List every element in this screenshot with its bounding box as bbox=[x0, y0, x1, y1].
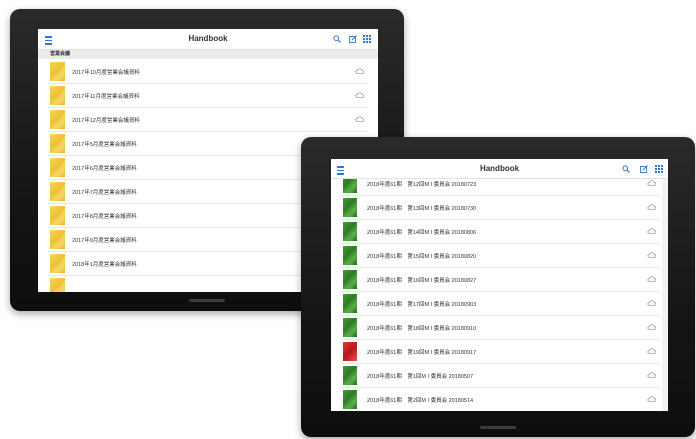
list-item[interactable]: 2018年度61期 第13回M I 委員会 20180730 bbox=[341, 196, 660, 220]
app-bar: Handbook bbox=[38, 29, 378, 50]
document-thumbnail bbox=[50, 62, 65, 81]
document-thumbnail bbox=[343, 390, 357, 409]
cloud-icon[interactable] bbox=[647, 228, 656, 234]
document-thumbnail bbox=[343, 246, 357, 265]
document-thumbnail bbox=[343, 222, 357, 241]
cloud-icon[interactable] bbox=[355, 92, 364, 98]
document-title: 2018年度61期 第13回M I 委員会 20180730 bbox=[367, 206, 477, 212]
cloud-icon[interactable] bbox=[647, 252, 656, 258]
section-header: 営業会議 bbox=[38, 50, 378, 59]
document-thumbnail bbox=[343, 342, 357, 361]
search-icon[interactable] bbox=[333, 35, 341, 43]
document-thumbnail bbox=[50, 278, 65, 292]
cloud-icon[interactable] bbox=[647, 396, 656, 402]
app-bar-overlay: Handbook bbox=[331, 159, 668, 179]
cloud-icon[interactable] bbox=[647, 204, 656, 210]
document-thumbnail bbox=[50, 230, 65, 249]
list-item[interactable]: 2018年度61期 第15回M I 委員会 20180820 bbox=[341, 244, 660, 268]
document-title: 2017年5月度営業会議資料 bbox=[72, 142, 137, 148]
document-title: 2018年度61期 第15回M I 委員会 20180820 bbox=[367, 254, 477, 260]
document-title: 2018年度61期 第16回M I 委員会 20180827 bbox=[367, 278, 477, 284]
document-thumbnail bbox=[50, 182, 65, 201]
document-title: 2018年1月度営業会議資料 bbox=[72, 262, 137, 268]
tablet-front: Handbook 2018年度61期 第12回M I 委員会 20180723 … bbox=[301, 137, 695, 437]
home-button[interactable] bbox=[480, 426, 516, 429]
cloud-icon[interactable] bbox=[647, 180, 656, 186]
list-item[interactable]: 2018年度61期 第16回M I 委員会 20180827 bbox=[341, 268, 660, 292]
document-thumbnail bbox=[50, 86, 65, 105]
edit-icon[interactable] bbox=[349, 35, 357, 43]
document-title: 2017年9月度営業会議資料 bbox=[72, 238, 137, 244]
cloud-icon[interactable] bbox=[647, 348, 656, 354]
document-thumbnail bbox=[343, 198, 357, 217]
document-thumbnail bbox=[343, 318, 357, 337]
list-item[interactable]: 2018年度61期 第17回M I 委員会 20180903 bbox=[341, 292, 660, 316]
document-title: 2017年12月度営業会議資料 bbox=[72, 118, 140, 124]
document-title: 2018年度61期 第14回M I 委員会 20180806 bbox=[367, 230, 477, 236]
list-item[interactable]: 2018年度61期 第2回M I 委員会 20180514 bbox=[341, 388, 660, 411]
document-title: 2017年11月度営業会議資料 bbox=[72, 94, 140, 100]
app-title: Handbook bbox=[479, 164, 520, 173]
document-thumbnail bbox=[343, 366, 357, 385]
document-thumbnail bbox=[50, 206, 65, 225]
document-title: 2017年7月度営業会議資料 bbox=[72, 190, 137, 196]
cloud-icon[interactable] bbox=[647, 300, 656, 306]
home-button[interactable] bbox=[189, 299, 225, 302]
document-title: 2017年8月度営業会議資料 bbox=[72, 214, 137, 220]
grid-icon[interactable] bbox=[655, 165, 663, 173]
document-title: 2017年6月度営業会議資料 bbox=[72, 166, 137, 172]
grid-icon[interactable] bbox=[363, 35, 371, 43]
document-title: 2018年度61期 第18回M I 委員会 20180910 bbox=[367, 326, 477, 332]
cloud-icon[interactable] bbox=[647, 324, 656, 330]
list-item[interactable]: 2017年10月度営業会議資料 bbox=[48, 60, 368, 84]
cloud-icon[interactable] bbox=[647, 372, 656, 378]
search-icon[interactable] bbox=[622, 165, 630, 173]
tablet-front-screen: Handbook 2018年度61期 第12回M I 委員会 20180723 … bbox=[331, 159, 668, 411]
document-thumbnail bbox=[343, 270, 357, 289]
document-list: 2018年度61期 第12回M I 委員会 20180723 2018年度61期… bbox=[331, 172, 668, 411]
list-item[interactable]: 2018年度61期 第1回M I 委員会 20180507 bbox=[341, 364, 660, 388]
document-thumbnail bbox=[50, 134, 65, 153]
document-thumbnail bbox=[343, 294, 357, 313]
document-title: 2018年度61期 第17回M I 委員会 20180903 bbox=[367, 302, 477, 308]
document-title: 2018年度61期 第1回M I 委員会 20180507 bbox=[367, 374, 474, 380]
list-item[interactable]: 2018年度61期 第18回M I 委員会 20180910 bbox=[341, 316, 660, 340]
list-item[interactable]: 2018年度61期 第19回M I 委員会 20180917 bbox=[341, 340, 660, 364]
document-title: 2018年度61期 第12回M I 委員会 20180723 bbox=[367, 182, 477, 188]
cloud-icon[interactable] bbox=[355, 68, 364, 74]
document-title: 2018年度61期 第19回M I 委員会 20180917 bbox=[367, 350, 477, 356]
list-item[interactable]: 2018年度61期 第14回M I 委員会 20180806 bbox=[341, 220, 660, 244]
cloud-icon[interactable] bbox=[355, 116, 364, 122]
list-item[interactable]: 2017年11月度営業会議資料 bbox=[48, 84, 368, 108]
app-title: Handbook bbox=[188, 34, 228, 43]
cloud-icon[interactable] bbox=[647, 276, 656, 282]
document-thumbnail bbox=[50, 110, 65, 129]
document-title: 2017年10月度営業会議資料 bbox=[72, 70, 140, 76]
document-thumbnail bbox=[50, 254, 65, 273]
document-title: 2018年度61期 第2回M I 委員会 20180514 bbox=[367, 398, 474, 404]
edit-icon[interactable] bbox=[640, 165, 648, 173]
document-thumbnail bbox=[50, 158, 65, 177]
list-item[interactable]: 2017年12月度営業会議資料 bbox=[48, 108, 368, 132]
